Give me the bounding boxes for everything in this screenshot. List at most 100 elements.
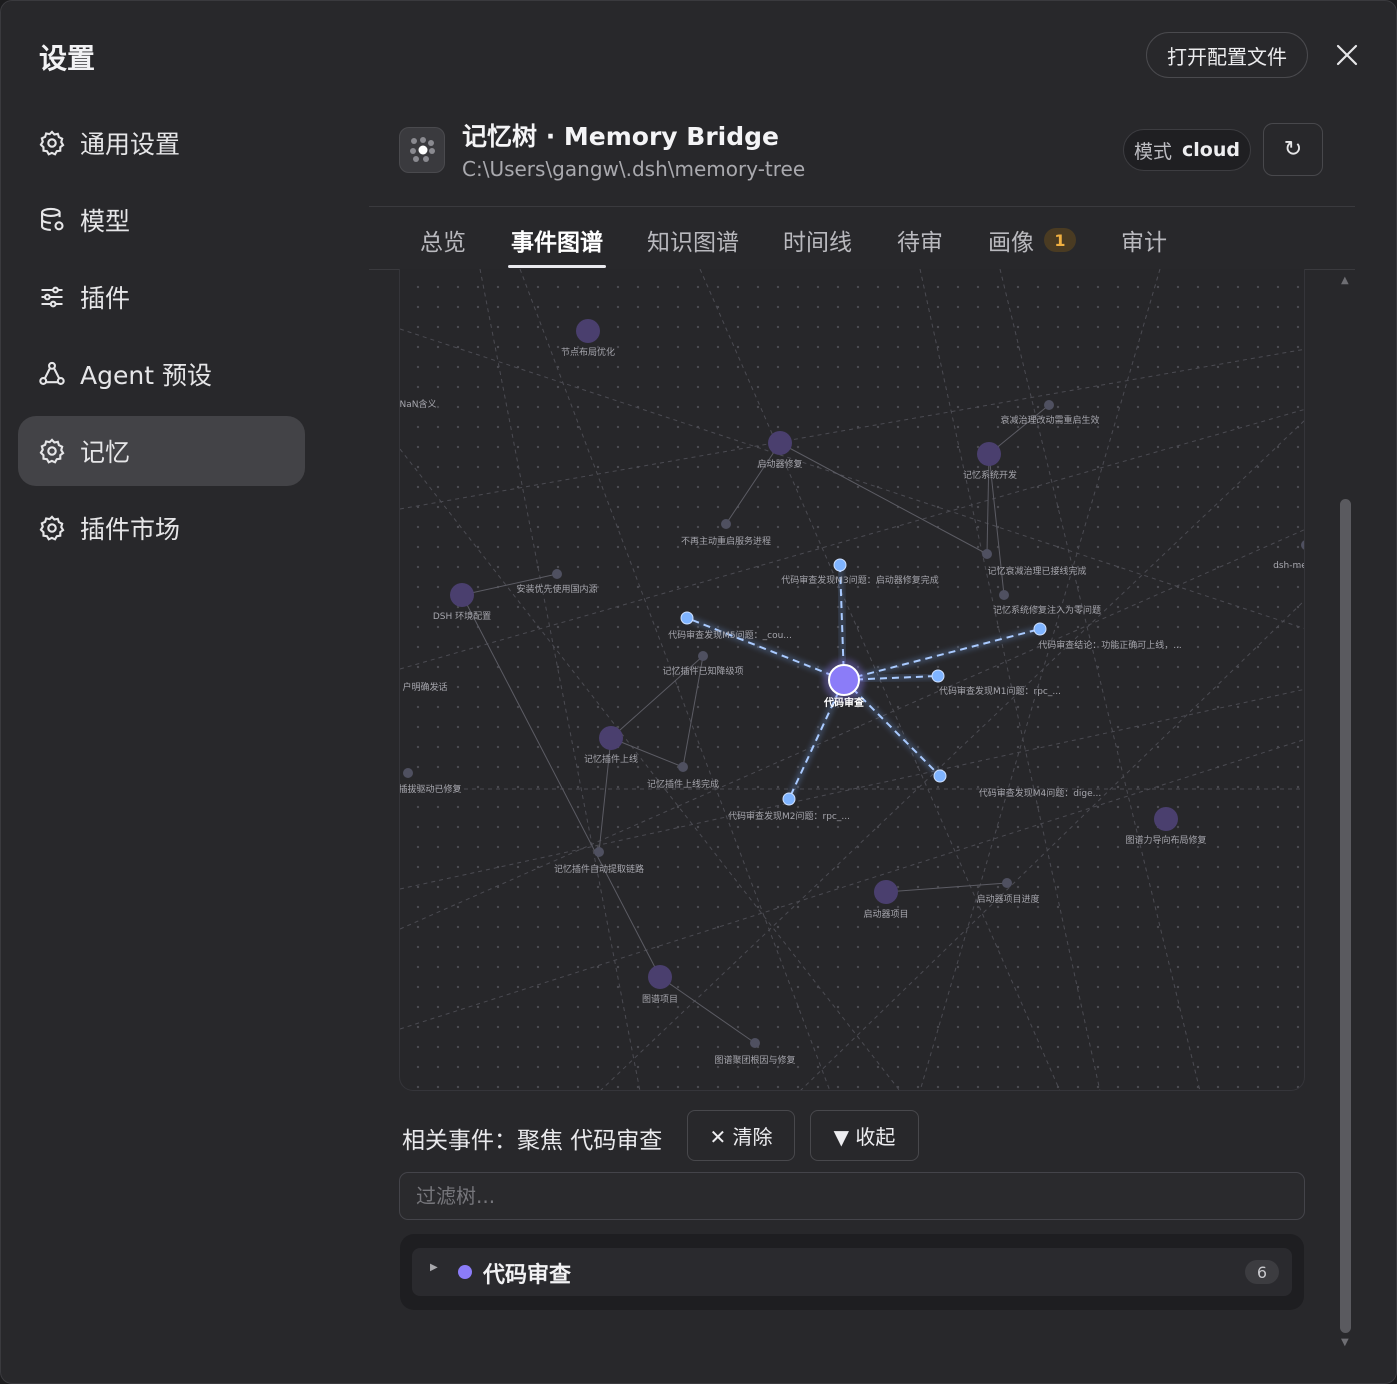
- sidebar-item-label: 记忆: [80, 438, 131, 467]
- tree-row-count: 6: [1245, 1260, 1279, 1284]
- filter-tree-input[interactable]: [399, 1172, 1305, 1220]
- graph-node: [750, 1038, 760, 1048]
- expand-caret-icon[interactable]: ▶: [430, 1262, 438, 1273]
- graph-node-label: 代码审查发现M2问题：rpc_...: [728, 810, 850, 822]
- sidebar-item-memory[interactable]: 记忆: [18, 416, 305, 486]
- graph-node-label: 记忆系统开发: [963, 469, 1017, 481]
- background-edge: [919, 269, 1161, 1090]
- graph-node-label: 户明确发话: [402, 681, 447, 693]
- graph-node: [828, 664, 860, 696]
- background-edge: [519, 269, 831, 1090]
- graph-node: [1301, 540, 1304, 550]
- active-tab-indicator: [508, 265, 606, 268]
- sidebar-item-general[interactable]: 通用设置: [18, 108, 305, 178]
- graph-node: [450, 583, 474, 607]
- graph-node: [833, 558, 847, 572]
- sidebar-item-label: 插件: [80, 284, 131, 313]
- graph-node: [698, 651, 708, 661]
- sidebar-item-label: 模型: [80, 207, 131, 236]
- graph-node-label: 不再主动重启服务进程: [681, 535, 771, 547]
- sidebar-item-label: 通用设置: [80, 130, 181, 159]
- sidebar-item-plugin-market[interactable]: 插件市场: [18, 493, 305, 563]
- tab-overview[interactable]: 总览: [420, 223, 466, 257]
- sidebar-item-label: 插件市场: [80, 515, 181, 544]
- graph-node: [977, 442, 1001, 466]
- gear-icon: [38, 437, 66, 465]
- memory-tree-logo-icon: [399, 127, 445, 173]
- graph-node-label: 代码审查结论：功能正确可上线，...: [1038, 639, 1182, 651]
- background-edge: [600, 420, 1304, 1090]
- gear-icon: [38, 129, 66, 157]
- graph-node-label: 启动器项目进度: [976, 893, 1039, 905]
- graph-edge: [461, 594, 661, 978]
- tab-knowledge-graph[interactable]: 知识图谱: [647, 223, 739, 257]
- graph-node: [933, 769, 947, 783]
- graph-edge: [986, 453, 990, 555]
- settings-title: 设置: [39, 42, 96, 75]
- graph-node-label: 节点布局优化: [561, 346, 615, 358]
- tab-pending[interactable]: 待审: [897, 223, 943, 257]
- graph-node: [931, 669, 945, 683]
- open-config-button[interactable]: 打开配置文件: [1146, 32, 1308, 78]
- node-color-dot: [458, 1265, 472, 1279]
- graph-node-label: 记忆插件自动提取链路: [554, 863, 644, 875]
- mode-badge[interactable]: 模式 cloud: [1123, 129, 1251, 171]
- graph-node-label: 记忆衰减治理已接线完成: [987, 565, 1086, 577]
- close-icon: [1336, 44, 1358, 66]
- graph-node-label: NaN含义: [400, 398, 436, 410]
- collapse-button[interactable]: ▼ 收起: [810, 1110, 919, 1161]
- profile-count-badge: 1: [1044, 228, 1076, 252]
- graph-node-label: 代码审查发现M4问题：dige...: [979, 787, 1102, 799]
- refresh-button[interactable]: ↻: [1263, 123, 1323, 176]
- event-graph-svg[interactable]: 节点布局优化 NaN含义衰减治理改动需重启生效启动器修复记忆系统开发不再主动重启服…: [400, 269, 1305, 1091]
- graph-node: [1002, 878, 1012, 888]
- graph-node-label: 代码审查发现M3问题：启动器修复完成: [781, 574, 939, 586]
- clear-focus-button[interactable]: ✕ 清除: [687, 1110, 795, 1161]
- event-tree: ▶ 代码审查 6: [400, 1234, 1304, 1310]
- scrollbar-thumb[interactable]: [1340, 499, 1351, 1333]
- graph-edge: [725, 442, 781, 525]
- scroll-up-arrow-icon[interactable]: ▲: [1341, 275, 1349, 286]
- sidebar-item-model[interactable]: 模型: [18, 185, 305, 255]
- background-edge: [479, 269, 641, 1090]
- graph-node-label: DSH 环境配置: [433, 610, 491, 622]
- graph-node: [999, 590, 1009, 600]
- tab-profile[interactable]: 画像: [988, 223, 1034, 257]
- scroll-down-arrow-icon[interactable]: ▼: [1341, 1337, 1349, 1348]
- graph-node-label: 记忆插件上线完成: [647, 778, 719, 790]
- event-graph-canvas[interactable]: 节点布局优化 NaN含义 衰减治理改动需重启生效 启动器修复 记忆系统开发 不再主动重启服…: [399, 269, 1305, 1091]
- graph-node-label: 图谱力导向布局修复: [1125, 834, 1206, 846]
- sidebar-item-plugins[interactable]: 插件: [18, 262, 305, 332]
- tab-event-graph[interactable]: 事件图谱: [511, 223, 603, 257]
- sidebar-nav: 通用设置 模型 插件 Agent 预设 记忆 插件市场: [18, 108, 305, 570]
- graph-node: [874, 880, 898, 904]
- tab-timeline[interactable]: 时间线: [783, 223, 852, 257]
- graph-node-label: 图谱聚团根因与修复: [714, 1054, 795, 1066]
- tree-row[interactable]: ▶ 代码审查 6: [412, 1248, 1292, 1296]
- related-events-title: 相关事件：聚焦 代码审查: [402, 1128, 663, 1154]
- graph-node-label: 记忆插件已知降级项: [662, 665, 743, 677]
- background-edge: [999, 269, 1201, 1090]
- graph-node: [576, 319, 600, 343]
- graph-node: [552, 569, 562, 579]
- graph-node-label: 代码审查发现M5问题：_cou...: [668, 629, 792, 641]
- graph-node: [678, 762, 688, 772]
- tab-audit[interactable]: 审计: [1121, 223, 1167, 257]
- graph-node-label: 记忆插件上线: [584, 753, 638, 765]
- graph-node: [982, 549, 992, 559]
- divider: [369, 206, 1355, 207]
- close-button[interactable]: [1330, 38, 1364, 72]
- graph-node-label: 安装优先使用国内源: [516, 583, 597, 595]
- graph-node: [768, 431, 792, 455]
- gear-icon: [38, 514, 66, 542]
- graph-node-label: 启动器修复: [757, 458, 802, 470]
- sidebar-item-label: Agent 预设: [80, 361, 212, 390]
- agent-icon: [38, 360, 66, 388]
- graph-edge: [659, 976, 756, 1044]
- graph-node: [721, 519, 731, 529]
- background-edge: [919, 269, 1101, 1090]
- graph-node: [1033, 622, 1047, 636]
- mode-label: 模式: [1134, 140, 1173, 163]
- sidebar-item-agent-presets[interactable]: Agent 预设: [18, 339, 305, 409]
- graph-node-label: 插拔驱动已修复: [400, 783, 462, 795]
